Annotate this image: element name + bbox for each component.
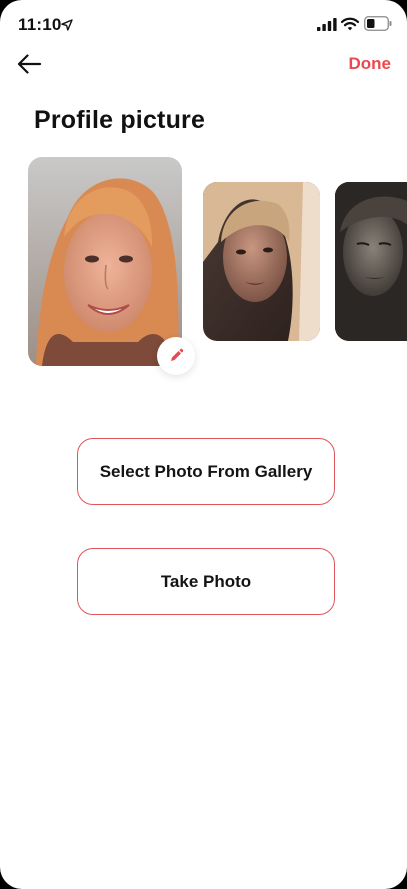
portrait-image: [28, 157, 182, 366]
profile-picture-screen: 11:10 Done Profile picture Select Photo …: [0, 0, 407, 889]
status-bar: 11:10: [0, 0, 407, 44]
pencil-icon: [171, 348, 184, 361]
portrait-image: [203, 182, 320, 341]
arrow-left-icon: [17, 54, 42, 74]
profile-photo-2[interactable]: [203, 182, 320, 341]
wifi-icon: [341, 17, 359, 31]
signal-icon: [317, 18, 337, 31]
done-button[interactable]: Done: [349, 54, 392, 74]
location-arrow-icon: [61, 19, 73, 31]
edit-photo-button[interactable]: [157, 337, 195, 375]
profile-photo-1[interactable]: [28, 157, 182, 366]
portrait-image: [335, 182, 407, 341]
select-photo-from-gallery-button[interactable]: Select Photo From Gallery: [77, 438, 335, 505]
profile-photo-3[interactable]: [335, 182, 407, 341]
status-time: 11:10: [18, 15, 62, 34]
battery-icon: [364, 16, 392, 31]
back-button[interactable]: [12, 50, 46, 78]
page-title: Profile picture: [34, 106, 206, 134]
take-photo-button[interactable]: Take Photo: [77, 548, 335, 615]
